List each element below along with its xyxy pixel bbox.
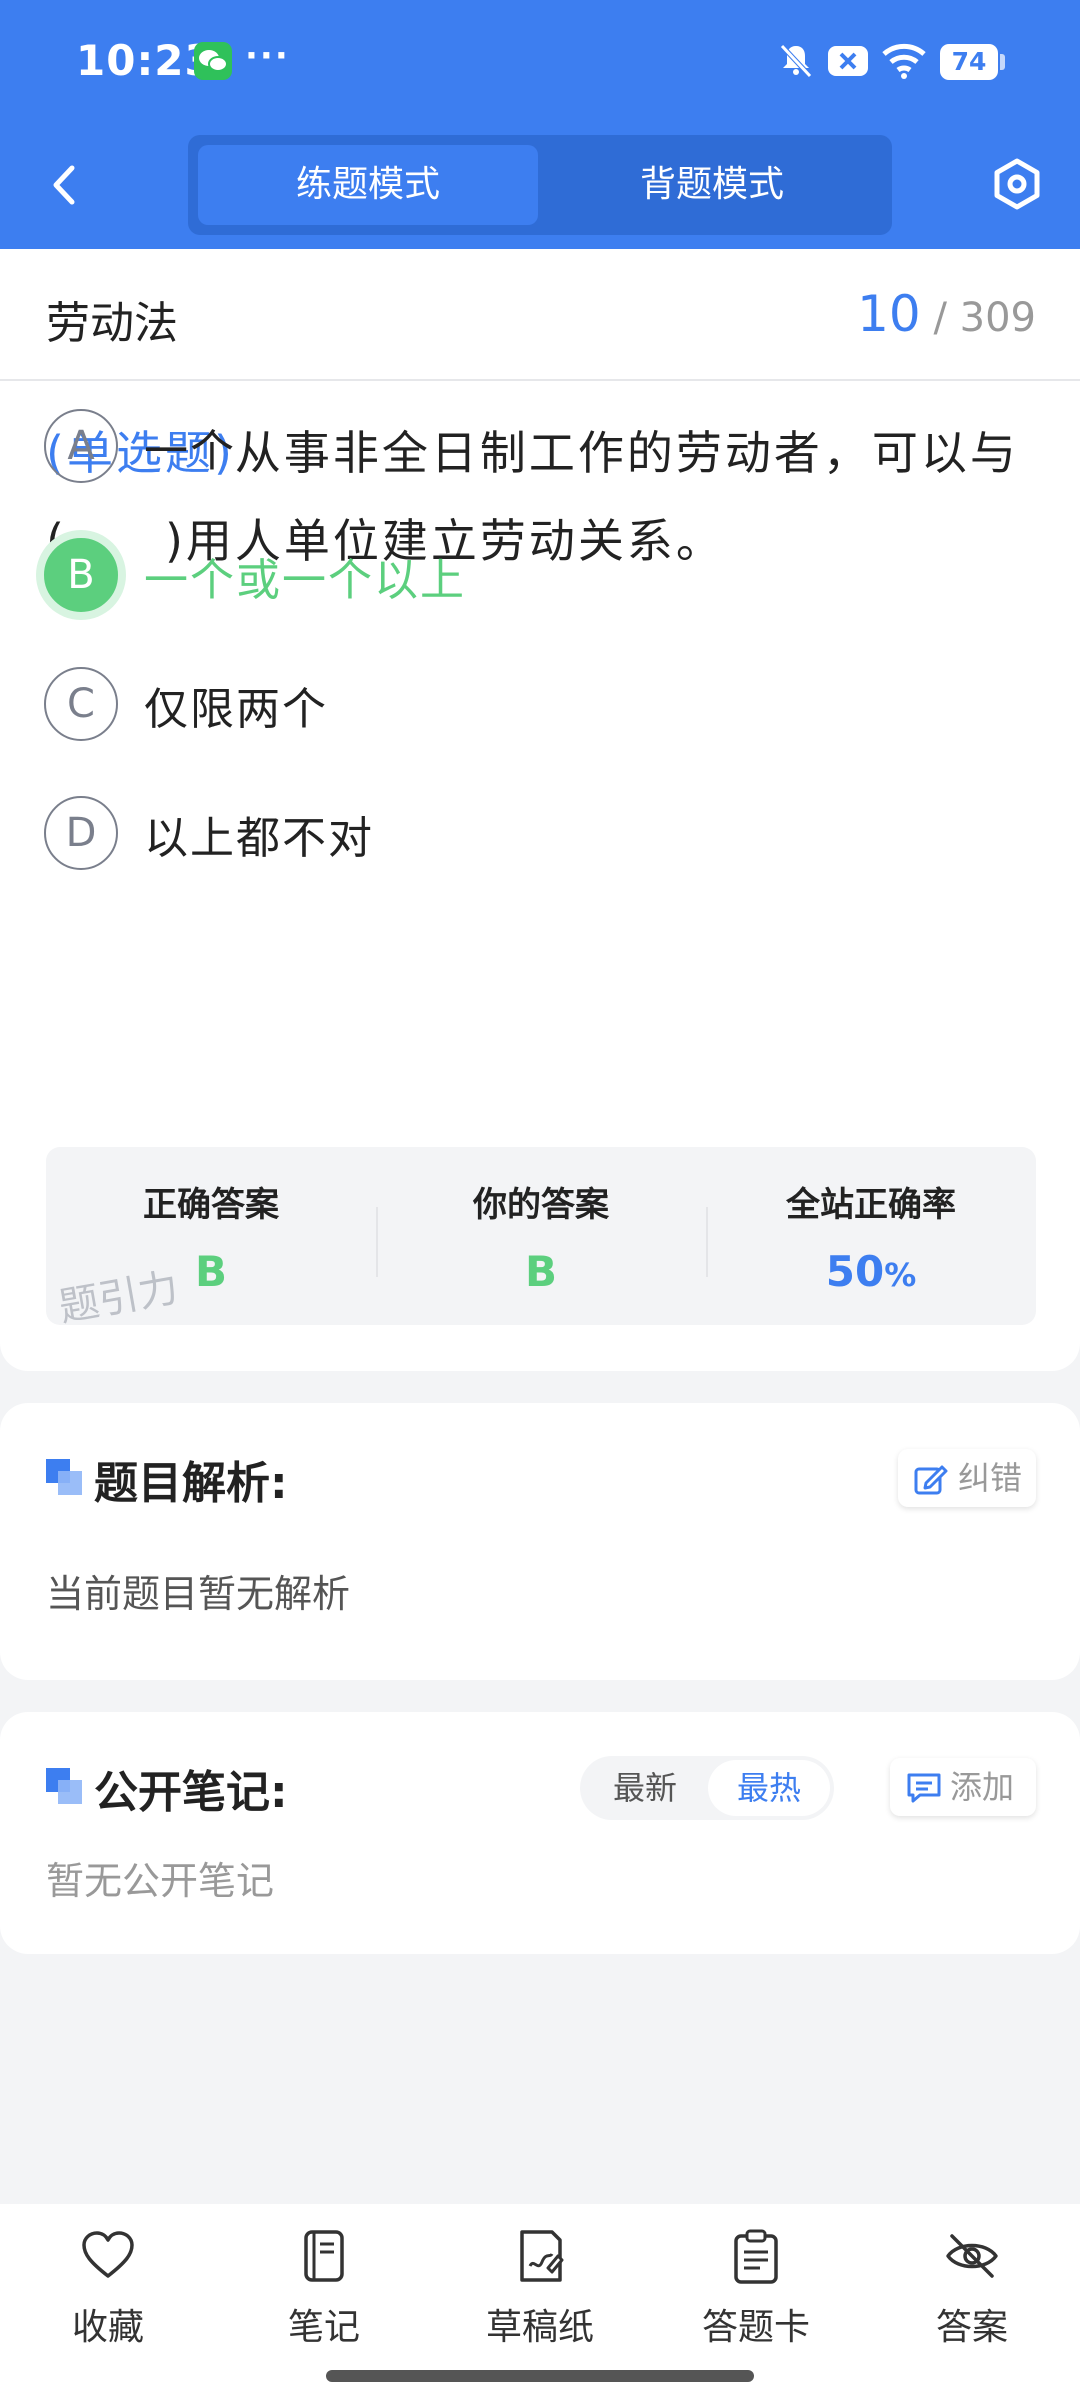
report-error-label: 纠错 <box>958 1459 1023 1497</box>
nav-answer-sheet[interactable]: 答题卡 <box>676 2228 836 2358</box>
comment-icon <box>907 1773 941 1803</box>
analysis-card: 题目解析: 纠错 当前题目暂无解析 <box>0 1403 1080 1680</box>
top-header: 10:23 ··· 74 练题模式 背题模式 <box>0 0 1080 249</box>
nav-notes[interactable]: 笔记 <box>244 2228 404 2358</box>
home-indicator[interactable] <box>326 2370 754 2382</box>
sort-latest[interactable]: 最新 <box>584 1760 706 1816</box>
edit-icon <box>914 1465 948 1495</box>
option-a[interactable]: A 一个 <box>44 409 944 483</box>
hexagon-settings-icon <box>994 158 1040 210</box>
nav-draft-paper[interactable]: 草稿纸 <box>460 2228 620 2358</box>
option-letter: B <box>44 538 118 612</box>
nav-label: 笔记 <box>287 2307 360 2348</box>
accuracy-number: 50 <box>825 1247 885 1296</box>
wifi-icon <box>880 40 928 84</box>
tab-practice-mode[interactable]: 练题模式 <box>198 145 538 225</box>
add-note-label: 添加 <box>950 1768 1015 1806</box>
nav-label: 草稿纸 <box>485 2307 594 2348</box>
notes-body: 暂无公开笔记 <box>46 1859 275 1903</box>
subject-title: 劳动法 <box>46 298 178 349</box>
current-question-number: 10 <box>857 285 921 343</box>
section-icon <box>46 1459 84 1497</box>
mute-bell-icon <box>776 40 816 84</box>
wechat-icon <box>194 42 232 80</box>
tab-memorize-mode[interactable]: 背题模式 <box>542 145 882 225</box>
site-accuracy-value: 50% <box>706 1247 1036 1296</box>
question-progress: 10 / 309 <box>857 285 1036 343</box>
option-text: 一个 <box>144 426 236 477</box>
accuracy-unit: % <box>884 1256 917 1294</box>
more-notifications-icon: ··· <box>245 36 290 76</box>
notes-title: 公开笔记: <box>94 1767 288 1818</box>
option-letter: A <box>44 409 118 483</box>
chevron-left-icon <box>53 165 75 205</box>
option-text: 以上都不对 <box>144 813 374 864</box>
section-icon <box>46 1768 84 1806</box>
option-b[interactable]: B 一个或一个以上 <box>44 538 944 612</box>
draft-paper-icon <box>520 2230 564 2282</box>
site-accuracy-stat: 全站正确率 50% <box>706 1147 1036 1325</box>
your-answer-stat: 你的答案 B <box>376 1147 706 1325</box>
option-letter: C <box>44 667 118 741</box>
option-text: 一个或一个以上 <box>144 555 466 606</box>
site-accuracy-label: 全站正确率 <box>786 1185 956 1225</box>
option-text: 仅限两个 <box>144 684 328 735</box>
nav-favorite[interactable]: 收藏 <box>28 2228 188 2358</box>
battery-tip <box>1000 54 1005 70</box>
answer-sheet-icon <box>734 2229 778 2284</box>
option-c[interactable]: C 仅限两个 <box>44 667 944 741</box>
battery-indicator: 74 <box>940 44 998 80</box>
status-bar: 10:23 ··· 74 <box>0 0 1080 120</box>
nav-answer[interactable]: 答案 <box>892 2228 1052 2358</box>
eye-off-icon <box>946 2234 998 2278</box>
nav-label: 答题卡 <box>701 2307 810 2348</box>
nav-label: 答案 <box>935 2307 1008 2348</box>
back-button[interactable] <box>40 160 90 210</box>
analysis-body: 当前题目暂无解析 <box>46 1572 351 1616</box>
correct-answer-label: 正确答案 <box>143 1185 279 1225</box>
public-notes-card: 公开笔记: 最新 最热 添加 暂无公开笔记 <box>0 1712 1080 1954</box>
answer-stats-panel: 正确答案 B 你的答案 B 全站正确率 50% 题引力 <box>46 1147 1036 1325</box>
add-note-button[interactable]: 添加 <box>890 1758 1036 1816</box>
divider <box>0 379 1080 381</box>
heart-icon <box>82 2231 134 2278</box>
analysis-title: 题目解析: <box>94 1458 288 1509</box>
sort-hottest[interactable]: 最热 <box>708 1760 830 1816</box>
total-question-count: / 309 <box>933 295 1036 341</box>
your-answer-label: 你的答案 <box>473 1185 609 1225</box>
nav-label: 收藏 <box>71 2307 144 2348</box>
report-error-button[interactable]: 纠错 <box>898 1449 1036 1507</box>
sim-off-icon <box>826 40 870 84</box>
option-d[interactable]: D 以上都不对 <box>44 796 944 870</box>
option-letter: D <box>44 796 118 870</box>
notes-sort-toggle: 最新 最热 <box>580 1756 834 1820</box>
your-answer-value: B <box>524 1247 557 1296</box>
mode-toggle: 练题模式 背题模式 <box>188 135 892 235</box>
question-card: 劳动法 10 / 309 (单选题)从事非全日制工作的劳动者，可以与( )用人单… <box>0 249 1080 1371</box>
settings-button[interactable] <box>990 157 1044 211</box>
notebook-icon <box>304 2230 344 2282</box>
